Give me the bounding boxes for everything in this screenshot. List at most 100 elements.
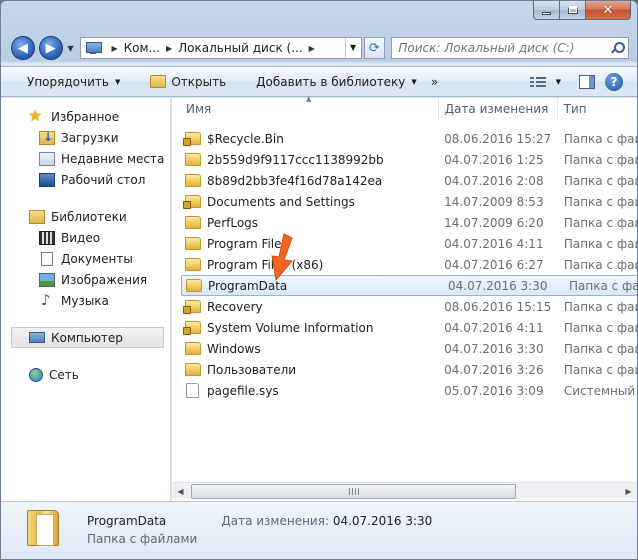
sidebar-item-label: Документы	[61, 251, 133, 266]
file-name-cell: 8b89d2bb3fe4f16d78a142ea	[181, 174, 438, 188]
sidebar-item-downloads[interactable]: Загрузки	[1, 127, 170, 148]
sidebar-item-label: Изображения	[61, 272, 148, 287]
file-name-cell: Пользователи	[181, 363, 438, 377]
address-history-dropdown[interactable]: ▼	[344, 38, 361, 58]
table-row[interactable]: ProgramData 04.07.2016 3:30 Папка с файлам…	[181, 275, 637, 296]
sidebar-item-label: Рабочий стол	[61, 172, 146, 187]
chevron-right-icon[interactable]: ▶	[305, 44, 319, 53]
open-button[interactable]: Открыть	[128, 75, 234, 89]
views-icon[interactable]	[529, 75, 546, 88]
details-date-label: Дата изменения:	[221, 514, 329, 528]
table-row[interactable]: 8b89d2bb3fe4f16d78a142ea 04.07.2016 2:08 П…	[181, 170, 637, 191]
navigation-pane: Избранное Загрузки Недавние места Рабочи…	[1, 98, 171, 501]
favorites-group: Избранное Загрузки Недавние места Рабочи…	[1, 106, 170, 190]
horizontal-scrollbar[interactable]: ◀ ▶	[172, 482, 637, 499]
folder-locked-icon	[183, 300, 201, 314]
sidebar-item-label: Музыка	[61, 293, 109, 308]
folder-icon	[185, 342, 201, 355]
scrollbar-thumb[interactable]	[191, 484, 516, 499]
add-to-library-label: Добавить в библиотеку	[256, 74, 406, 89]
open-label: Открыть	[171, 74, 227, 89]
file-name-cell: Recovery	[181, 300, 438, 314]
refresh-button[interactable]: ⟳	[363, 37, 386, 59]
search-icon	[611, 42, 625, 54]
back-button[interactable]: ◀	[11, 36, 35, 60]
table-row[interactable]: System Volume Information 04.07.2016 4:11…	[181, 317, 637, 338]
column-header-name[interactable]: ▲ Имя	[172, 95, 439, 120]
address-bar[interactable]: ▶ Ком... ▶ Локальный диск (... ▶ ▼	[80, 37, 362, 59]
recent-pages-dropdown[interactable]: ▼	[65, 44, 77, 53]
file-type: Папка с файлами	[563, 173, 637, 188]
file-name: Documents and Settings	[207, 194, 355, 209]
table-row[interactable]: PerfLogs 14.07.2009 6:20 Папка с файлами	[181, 212, 637, 233]
sidebar-item-documents[interactable]: Документы	[1, 248, 170, 269]
file-list-pane: ▲ Имя Дата изменения Тип $Recycle.Bin 08.…	[172, 95, 637, 501]
sidebar-item-music[interactable]: Музыка	[1, 290, 170, 311]
maximize-icon	[567, 6, 578, 14]
sidebar-item-network[interactable]: Сеть	[1, 364, 170, 385]
maximize-button[interactable]	[560, 1, 586, 20]
folder-icon	[185, 174, 201, 187]
table-row[interactable]: 2b559d9f9117ccc1138992bb 04.07.2016 1:25 П…	[181, 149, 637, 170]
sidebar-item-label: Компьютер	[51, 330, 123, 345]
file-name-cell: System Volume Information	[181, 321, 438, 335]
window-caption-buttons: ✕	[533, 1, 631, 20]
grip-icon	[348, 488, 359, 495]
table-row[interactable]: Windows 04.07.2016 3:30 Папка с файлами	[181, 338, 637, 359]
preview-pane-icon[interactable]	[579, 74, 595, 89]
table-row[interactable]: Пользователи 04.07.2016 3:26 Папка с файла…	[181, 359, 637, 380]
libraries-group: Библиотеки Видео Документы Изображения М…	[1, 206, 170, 311]
table-row[interactable]: pagefile.sys 05.07.2016 3:09 Системный фай…	[181, 380, 637, 401]
refresh-icon: ⟳	[369, 40, 380, 56]
chevron-right-icon[interactable]: ▶	[107, 44, 121, 53]
chevron-right-icon[interactable]: ▶	[162, 44, 176, 53]
folder-locked-icon	[183, 132, 201, 146]
sort-ascending-icon: ▲	[306, 95, 312, 103]
breadcrumb-local-disk[interactable]: Локальный диск (...	[176, 41, 305, 55]
file-date: 04.07.2016 3:30	[444, 341, 544, 356]
scroll-left-button[interactable]: ◀	[172, 483, 189, 500]
column-header-label: Тип	[563, 102, 587, 116]
column-header-type[interactable]: Тип	[558, 98, 637, 120]
search-box[interactable]	[391, 37, 629, 59]
more-commands-button[interactable]: »	[425, 75, 446, 89]
sidebar-item-favorites[interactable]: Избранное	[1, 106, 170, 127]
table-row[interactable]: Program Files 04.07.2016 4:11 Папка с файл…	[181, 233, 637, 254]
sidebar-item-desktop[interactable]: Рабочий стол	[1, 169, 170, 190]
computer-group: Компьютер	[1, 327, 170, 348]
table-row[interactable]: $Recycle.Bin 08.06.2016 15:27 Папка с файл…	[181, 128, 637, 149]
file-name-cell: Program Files (x86)	[181, 258, 438, 272]
help-icon[interactable]: ?	[605, 72, 623, 91]
sidebar-item-recent-places[interactable]: Недавние места	[1, 148, 170, 169]
folder-icon	[186, 279, 202, 292]
views-dropdown[interactable]: ▼	[556, 78, 561, 86]
table-row[interactable]: Program Files (x86) 04.07.2016 6:27 Папка …	[181, 254, 637, 275]
folder-icon	[185, 237, 201, 250]
column-header-date[interactable]: Дата изменения	[439, 98, 558, 120]
file-name: Пользователи	[207, 362, 297, 377]
organize-button[interactable]: Упорядочить ▼	[1, 75, 128, 89]
recent-places-icon	[39, 151, 55, 166]
sidebar-item-computer[interactable]: Компьютер	[11, 327, 164, 348]
minimize-button[interactable]	[533, 1, 560, 20]
forward-button[interactable]: ▶	[38, 36, 63, 60]
table-row[interactable]: Recovery 08.06.2016 15:15 Папка с файлами	[181, 296, 637, 317]
file-date: 04.07.2016 3:26	[444, 362, 544, 377]
star-icon	[28, 106, 45, 125]
network-group: Сеть	[1, 364, 170, 385]
close-button[interactable]: ✕	[586, 1, 631, 20]
search-input[interactable]	[398, 41, 609, 55]
folder-icon	[185, 153, 201, 166]
sidebar-item-video[interactable]: Видео	[1, 227, 170, 248]
file-type: Системный файл	[563, 383, 637, 398]
table-row[interactable]: Documents and Settings 14.07.2009 8:53 Пап…	[181, 191, 637, 212]
breadcrumb-computer[interactable]: Ком...	[122, 41, 162, 55]
folder-open-icon	[150, 75, 167, 88]
file-type: Папка с файлами	[563, 341, 637, 356]
command-bar: Упорядочить ▼ Открыть Добавить в библиот…	[1, 66, 637, 97]
sidebar-item-images[interactable]: Изображения	[1, 269, 170, 290]
sidebar-item-libraries[interactable]: Библиотеки	[1, 206, 170, 227]
scroll-right-button[interactable]: ▶	[620, 483, 637, 500]
file-name-cell: pagefile.sys	[181, 383, 438, 398]
add-to-library-button[interactable]: Добавить в библиотеку ▼	[234, 75, 425, 89]
